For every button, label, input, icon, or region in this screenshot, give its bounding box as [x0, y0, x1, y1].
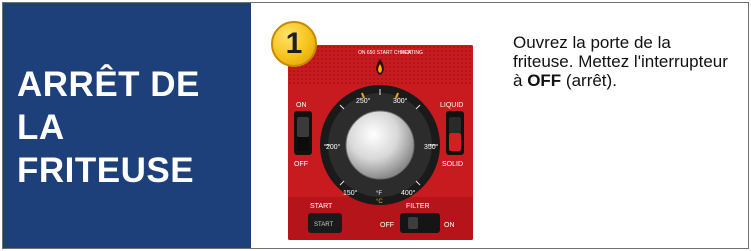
instruction-card: ARRÊT DE LA FRITEUSE ON 650 START CHECK …: [2, 2, 749, 249]
instruction-off-emphasis: OFF: [527, 71, 562, 90]
label-heating: HEATING: [401, 50, 423, 56]
unit-celsius: °C: [376, 199, 383, 205]
temp-250: 250°: [356, 97, 371, 105]
title-line-2: FRITEUSE: [17, 151, 195, 190]
unit-fahrenheit: °F: [376, 191, 382, 197]
label-filter: FILTER: [406, 203, 430, 210]
temp-400: 400°: [401, 189, 416, 197]
label-liquid: LIQUID: [440, 102, 463, 109]
fryer-control-panel-photo: ON 650 START CHECK HEATING 250° 300° 350…: [288, 45, 473, 240]
label-on: ON: [296, 102, 307, 109]
label-start: START: [310, 203, 333, 210]
title-panel: ARRÊT DE LA FRITEUSE: [3, 3, 251, 248]
title-line-1: ARRÊT DE LA: [17, 65, 200, 147]
instruction-text: Ouvrez la porte de la friteuse. Mettez l…: [513, 33, 733, 90]
start-button-label: START: [314, 222, 333, 228]
temp-300: 300°: [393, 97, 408, 105]
temp-200: 200°: [326, 143, 341, 151]
instruction-part-2: (arrêt).: [561, 71, 617, 90]
filter-switch[interactable]: [400, 213, 440, 233]
label-off: OFF: [294, 161, 308, 168]
label-solid: SOLID: [442, 161, 463, 168]
page-title: ARRÊT DE LA FRITEUSE: [17, 63, 247, 192]
label-filter-off: OFF: [380, 222, 394, 229]
label-filter-on: ON: [444, 222, 455, 229]
step-number-badge: 1: [271, 21, 317, 67]
temp-350: 350°: [424, 143, 439, 151]
temp-150: 150°: [343, 189, 358, 197]
